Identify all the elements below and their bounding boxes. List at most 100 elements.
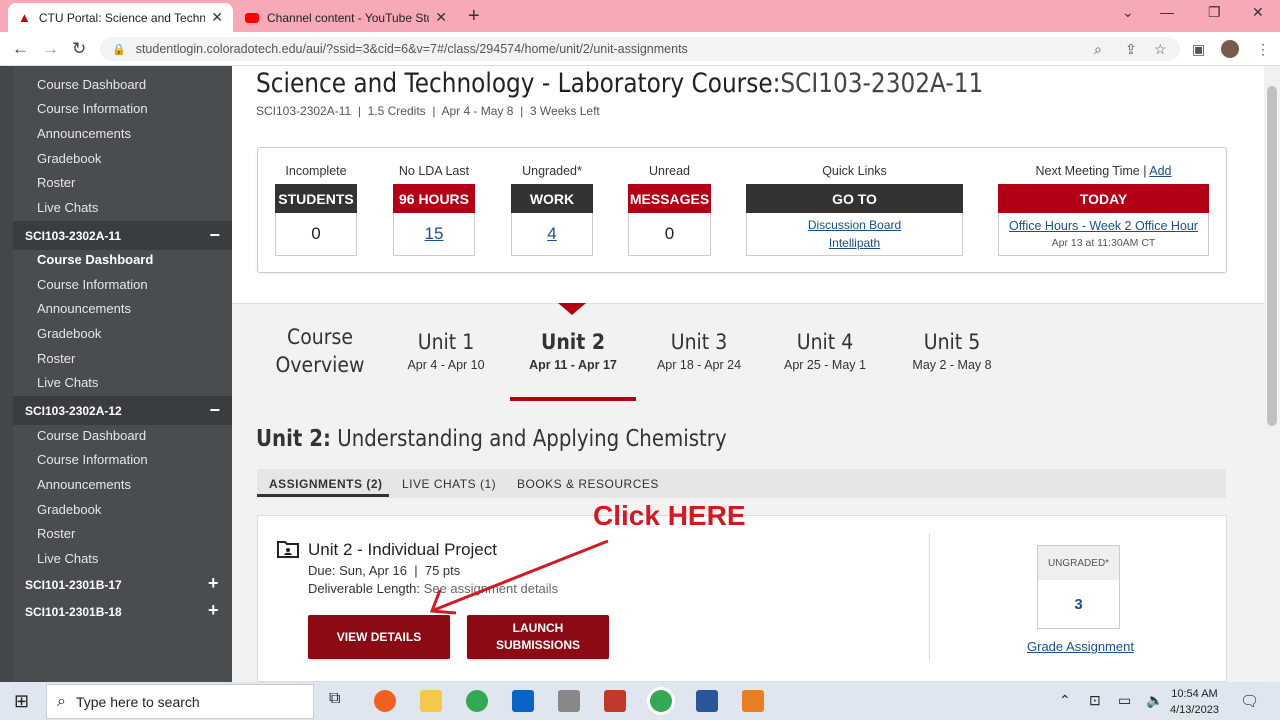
- sidebar-section-sci101-18[interactable]: SCI101-2301B-18 +: [25, 600, 219, 620]
- sidebar-item-roster[interactable]: Roster: [37, 351, 75, 366]
- add-meeting-link[interactable]: Add: [1149, 164, 1171, 178]
- minimize-icon[interactable]: —: [1160, 4, 1174, 20]
- ungraded-value[interactable]: 3: [1038, 580, 1119, 628]
- clock-date: 4/13/2023: [1170, 704, 1219, 716]
- collapse-icon[interactable]: −: [209, 225, 220, 246]
- unit-name: Unit 3: [670, 330, 728, 354]
- stat-value-link[interactable]: 15: [425, 224, 444, 244]
- calculator-icon[interactable]: [558, 690, 580, 712]
- file-explorer-icon[interactable]: [420, 690, 442, 712]
- close-window-icon[interactable]: ✕: [1252, 4, 1264, 21]
- chrome-active-icon[interactable]: [650, 690, 672, 712]
- tab-unit-1[interactable]: Unit 1 Apr 4 - Apr 10: [396, 330, 496, 372]
- sidebar-item-live-chats[interactable]: Live Chats: [37, 200, 98, 215]
- unit-heading-label: Unit 2:: [256, 426, 331, 452]
- stat-header: TODAY: [998, 184, 1209, 213]
- network-icon[interactable]: ⊡: [1089, 692, 1101, 709]
- tab-ctu-portal[interactable]: ▲ CTU Portal: Science and Technolo ✕: [8, 3, 233, 32]
- snipping-tool-icon[interactable]: [604, 690, 626, 712]
- scrollbar-thumb[interactable]: [1267, 86, 1277, 426]
- active-unit-caret: [558, 303, 586, 315]
- sidebar-item-announcements[interactable]: Announcements: [37, 477, 131, 492]
- sidebar-section-sci103-12[interactable]: SCI103-2302A-12 −: [13, 396, 232, 425]
- sidebar-item-gradebook[interactable]: Gradebook: [37, 151, 101, 166]
- course-title: Science and Technology - Laboratory Cour…: [256, 68, 781, 99]
- share-icon[interactable]: ⇪: [1125, 41, 1137, 58]
- menu-icon[interactable]: ⋮: [1256, 41, 1270, 58]
- sidebar-item-roster[interactable]: Roster: [37, 175, 75, 190]
- taskbar-search[interactable]: ⌕ Type here to search: [46, 684, 314, 719]
- tab-unit-3[interactable]: Unit 3 Apr 18 - Apr 24: [649, 330, 749, 372]
- stat-value-link[interactable]: 4: [547, 224, 556, 244]
- sidepanel-icon[interactable]: ▣: [1192, 41, 1205, 58]
- tab-unit-4[interactable]: Unit 4 Apr 25 - May 1: [775, 330, 875, 372]
- forward-icon[interactable]: →: [42, 39, 59, 59]
- sidebar-item-roster[interactable]: Roster: [37, 526, 75, 541]
- outlook-icon[interactable]: [512, 690, 534, 712]
- sidebar-item-course-dashboard[interactable]: Course Dashboard: [37, 77, 146, 92]
- sidebar-section-sci103-11[interactable]: SCI103-2302A-11 −: [13, 221, 232, 250]
- collapse-icon[interactable]: −: [209, 400, 220, 421]
- back-icon[interactable]: ←: [12, 39, 29, 59]
- tab-youtube-studio[interactable]: Channel content - YouTube Studi ✕: [235, 3, 457, 32]
- tray-chevron-icon[interactable]: ⌃: [1059, 692, 1071, 709]
- stat-incomplete: Incomplete STUDENTS 0: [275, 164, 357, 256]
- sidebar-item-course-information[interactable]: Course Information: [37, 277, 148, 292]
- sidebar-item-course-dashboard[interactable]: Course Dashboard: [37, 428, 146, 443]
- restore-icon[interactable]: ❐: [1208, 4, 1221, 21]
- sidebar-item-live-chats[interactable]: Live Chats: [37, 375, 98, 390]
- tab-unit-5[interactable]: Unit 5 May 2 - May 8: [902, 330, 1002, 372]
- stat-label: Incomplete: [285, 164, 347, 178]
- unit-name-2: Overview: [275, 353, 365, 377]
- zoom-icon[interactable]: ⌕: [1094, 41, 1102, 58]
- sidebar-item-gradebook[interactable]: Gradebook: [37, 502, 101, 517]
- stat-label: Ungraded*: [522, 164, 582, 178]
- sidebar-item-course-information[interactable]: Course Information: [37, 101, 148, 116]
- expand-icon[interactable]: +: [208, 600, 219, 621]
- sidebar-section-sci101-17[interactable]: SCI101-2301B-17 +: [25, 573, 219, 593]
- new-tab-button[interactable]: +: [468, 5, 480, 28]
- app-icon[interactable]: [742, 690, 764, 712]
- close-icon[interactable]: ✕: [211, 9, 223, 26]
- tab-live-chats[interactable]: LIVE CHATS (1): [402, 477, 496, 491]
- expand-icon[interactable]: +: [208, 573, 219, 594]
- sidebar-item-gradebook[interactable]: Gradebook: [37, 326, 101, 341]
- clock[interactable]: 10:54 AM 4/13/2023: [1170, 686, 1219, 718]
- star-icon[interactable]: ☆: [1154, 41, 1167, 58]
- word-icon[interactable]: [696, 690, 718, 712]
- avatar[interactable]: [1221, 40, 1239, 58]
- grade-assignment-link[interactable]: Grade Assignment: [1027, 639, 1134, 654]
- reload-icon[interactable]: ↻: [72, 39, 86, 59]
- discussion-board-link[interactable]: Discussion Board: [808, 218, 901, 232]
- unit-heading-title: Understanding and Applying Chemistry: [337, 426, 727, 452]
- unit-name: Unit 1: [417, 330, 475, 354]
- battery-icon[interactable]: ▭: [1118, 692, 1131, 709]
- chevron-down-icon[interactable]: ⌄: [1122, 4, 1134, 21]
- tab-course-overview[interactable]: Course Overview: [260, 325, 380, 377]
- chrome-icon[interactable]: [466, 690, 488, 712]
- stat-label: Next Meeting Time: [1035, 164, 1140, 178]
- sidebar-item-live-chats[interactable]: Live Chats: [37, 551, 98, 566]
- sidebar-item-course-information[interactable]: Course Information: [37, 452, 148, 467]
- intellipath-link[interactable]: Intellipath: [829, 236, 880, 250]
- tab-unit-2[interactable]: Unit 2 Apr 11 - Apr 17: [518, 330, 628, 372]
- sidebar-item-announcements[interactable]: Announcements: [37, 126, 131, 141]
- notification-icon[interactable]: 🗨: [1240, 692, 1259, 710]
- url-bar[interactable]: 🔒 studentlogin.coloradotech.edu/aui/?ssi…: [100, 37, 1180, 61]
- firefox-icon[interactable]: [374, 690, 396, 712]
- launch-submissions-button[interactable]: LAUNCH SUBMISSIONS: [467, 615, 609, 659]
- windows-start-icon[interactable]: ⊞: [14, 691, 29, 712]
- tab-assignments[interactable]: ASSIGNMENTS (2): [269, 477, 383, 491]
- office-hours-link[interactable]: Office Hours - Week 2 Office Hour: [1009, 219, 1198, 233]
- stat-ungraded: Ungraded* WORK 4: [511, 164, 593, 256]
- active-unit-underline: [510, 397, 636, 401]
- volume-icon[interactable]: 🔈: [1146, 692, 1163, 709]
- sidebar-item-announcements[interactable]: Announcements: [37, 301, 131, 316]
- tab-books-resources[interactable]: BOOKS & RESOURCES: [517, 477, 659, 491]
- task-view-icon[interactable]: ⧉: [329, 690, 351, 712]
- sidebar-item-course-dashboard-active[interactable]: Course Dashboard: [37, 252, 153, 267]
- close-icon[interactable]: ✕: [435, 9, 447, 26]
- unit-heading: Unit 2: Understanding and Applying Chemi…: [256, 426, 727, 452]
- scrollbar[interactable]: [1264, 66, 1280, 682]
- view-details-button[interactable]: VIEW DETAILS: [308, 615, 450, 659]
